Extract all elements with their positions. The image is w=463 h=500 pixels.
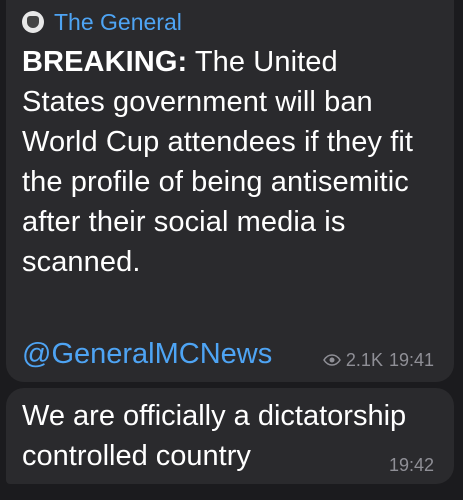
post-message-2: We are officially a dictatorship control… — [22, 400, 407, 472]
post-time-2: 19:42 — [388, 455, 434, 475]
channel-link[interactable]: @GeneralMCNews — [22, 334, 272, 374]
post-text: BREAKING: The United States government w… — [22, 42, 422, 282]
post-message: The United States government will ban Wo… — [22, 46, 414, 278]
post-header: The General — [22, 8, 436, 36]
breaking-label: BREAKING: — [22, 46, 188, 78]
avatar-icon[interactable] — [22, 11, 44, 33]
channel-name[interactable]: The General — [54, 8, 182, 36]
eye-icon — [323, 354, 341, 366]
post-meta: 2.1K 19:41 — [323, 349, 434, 371]
post-time: 19:41 — [388, 350, 434, 370]
view-count: 2.1K — [345, 350, 383, 370]
channel-post-bubble[interactable]: The General BREAKING: The United States … — [6, 0, 454, 382]
channel-post-bubble-2[interactable]: We are officially a dictatorship control… — [6, 388, 454, 484]
